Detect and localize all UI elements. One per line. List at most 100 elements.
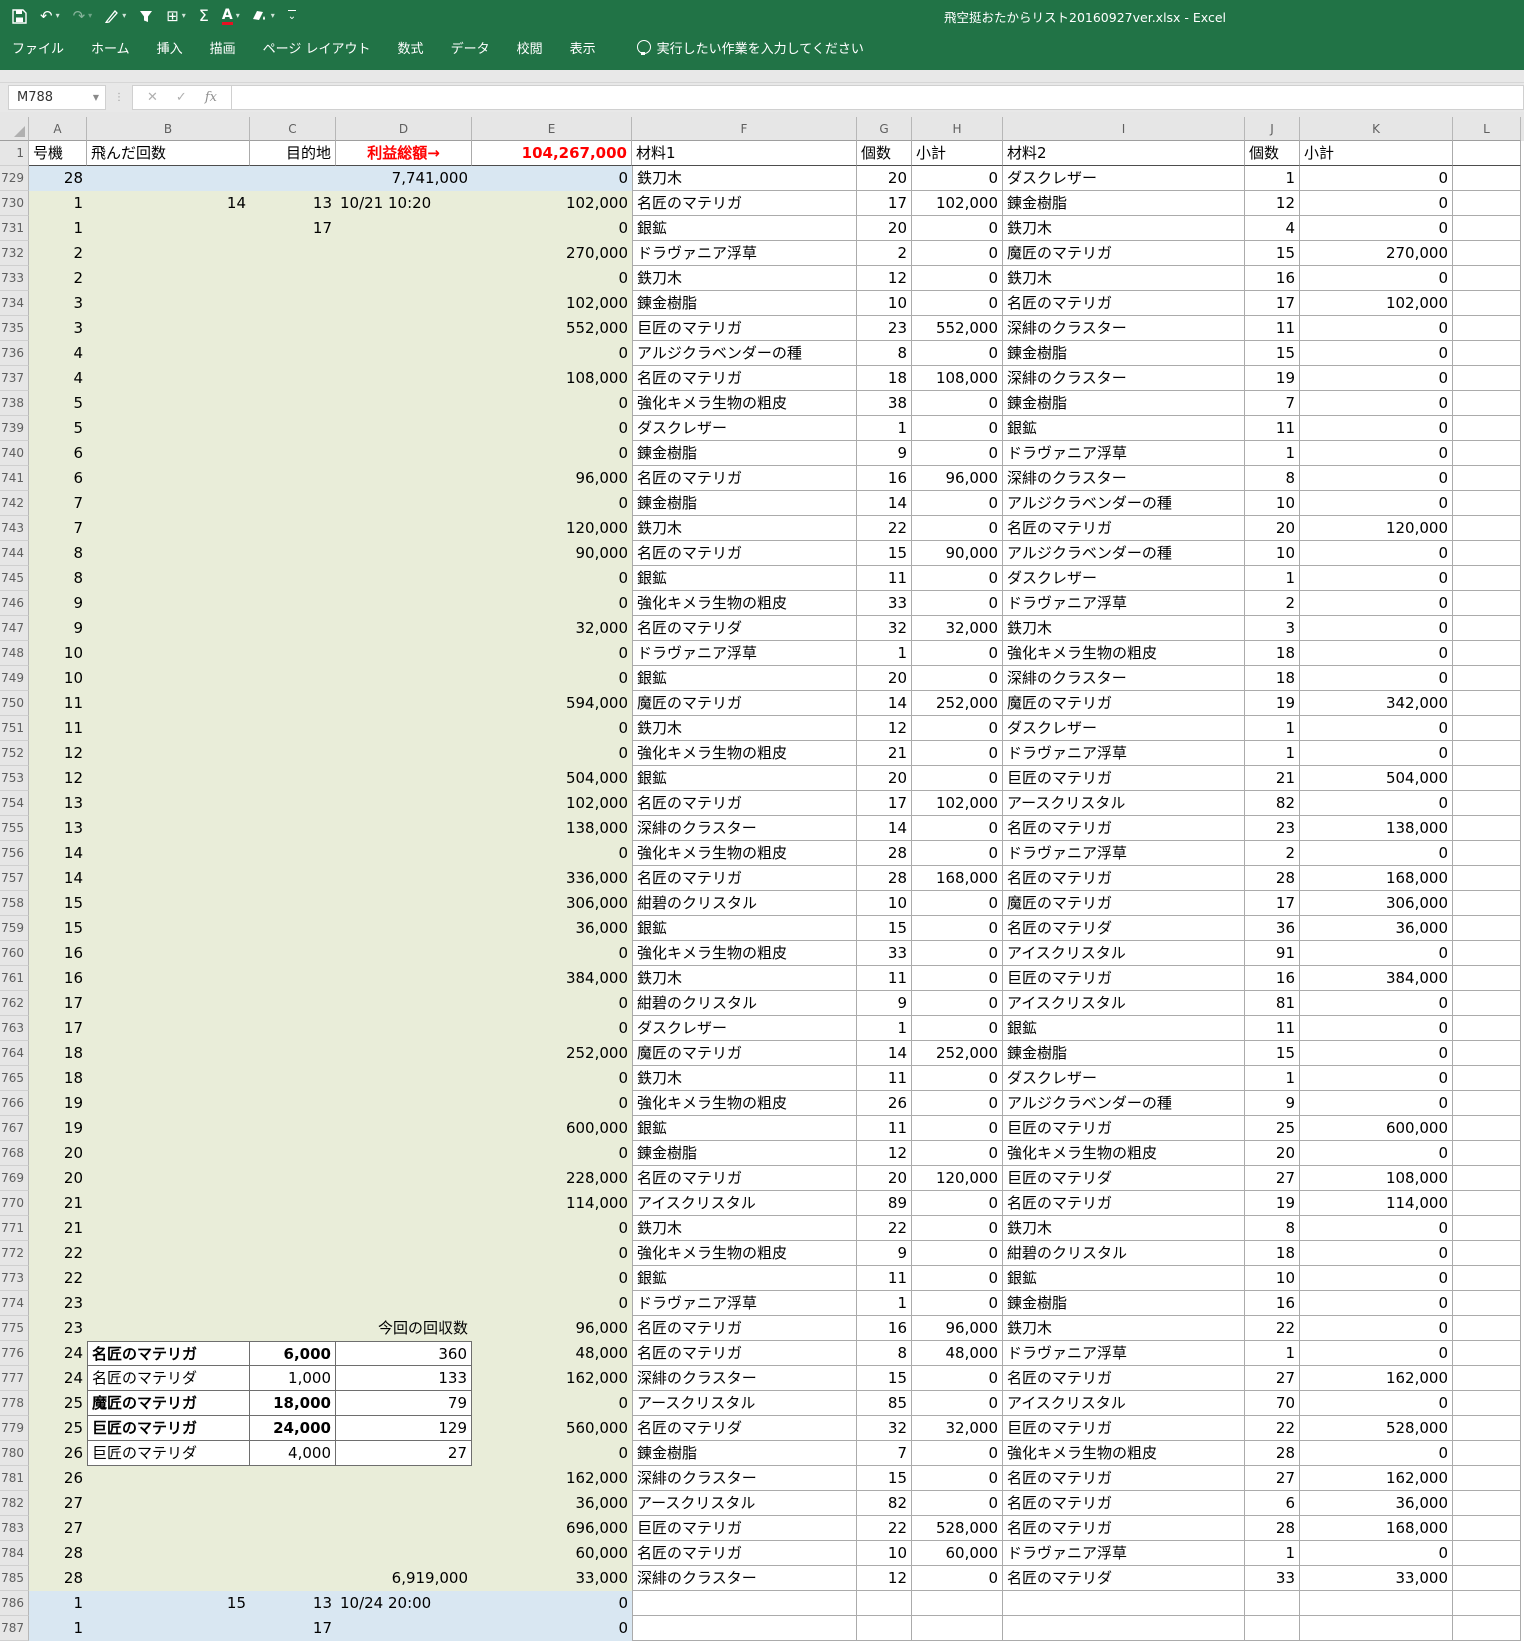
cell-F734[interactable]: 錬金樹脂 <box>632 291 857 316</box>
cell-K739[interactable]: 0 <box>1300 416 1453 441</box>
cell-C776[interactable]: 6,000 <box>250 1341 336 1366</box>
name-box[interactable]: M788 ▼ <box>8 85 106 110</box>
cell-C774[interactable] <box>250 1291 336 1316</box>
tab-draw[interactable]: 描画 <box>210 38 236 57</box>
cell-K779[interactable]: 528,000 <box>1300 1416 1453 1441</box>
cell-C760[interactable] <box>250 941 336 966</box>
cell-G779[interactable]: 32 <box>857 1416 912 1441</box>
cell-E732[interactable]: 270,000 <box>472 241 632 266</box>
cell-E768[interactable]: 0 <box>472 1141 632 1166</box>
cell-J780[interactable]: 28 <box>1245 1441 1300 1466</box>
row-header-767[interactable]: 767 <box>0 1116 29 1141</box>
cell-G773[interactable]: 11 <box>857 1266 912 1291</box>
cell-D772[interactable] <box>336 1241 472 1266</box>
cell-H785[interactable]: 0 <box>912 1566 1003 1591</box>
cell-K766[interactable]: 0 <box>1300 1091 1453 1116</box>
cell-G731[interactable]: 20 <box>857 216 912 241</box>
cell-C729[interactable] <box>250 166 336 191</box>
cell-I749[interactable]: 深緋のクラスター <box>1003 666 1245 691</box>
row-header-757[interactable]: 757 <box>0 866 29 891</box>
cell-J745[interactable]: 1 <box>1245 566 1300 591</box>
cell-J758[interactable]: 17 <box>1245 891 1300 916</box>
cell-L749[interactable] <box>1453 666 1521 691</box>
cell-L783[interactable] <box>1453 1516 1521 1541</box>
cell-K780[interactable]: 0 <box>1300 1441 1453 1466</box>
cell-J773[interactable]: 10 <box>1245 1266 1300 1291</box>
cell-L763[interactable] <box>1453 1016 1521 1041</box>
cell-F781[interactable]: 深緋のクラスター <box>632 1466 857 1491</box>
cell-L729[interactable] <box>1453 166 1521 191</box>
cell-E760[interactable]: 0 <box>472 941 632 966</box>
cell-L733[interactable] <box>1453 266 1521 291</box>
cell-H743[interactable]: 0 <box>912 516 1003 541</box>
cell-L755[interactable] <box>1453 816 1521 841</box>
cell-A739[interactable]: 5 <box>29 416 87 441</box>
cell-A748[interactable]: 10 <box>29 641 87 666</box>
cell-B744[interactable] <box>87 541 250 566</box>
cell-A755[interactable]: 13 <box>29 816 87 841</box>
cell-A765[interactable]: 18 <box>29 1066 87 1091</box>
row-header-731[interactable]: 731 <box>0 216 29 241</box>
cell-H750[interactable]: 252,000 <box>912 691 1003 716</box>
cell-G758[interactable]: 10 <box>857 891 912 916</box>
cell-F748[interactable]: ドラヴァニア浮草 <box>632 641 857 666</box>
cell-H758[interactable]: 0 <box>912 891 1003 916</box>
cell-J769[interactable]: 27 <box>1245 1166 1300 1191</box>
cell-K730[interactable]: 0 <box>1300 191 1453 216</box>
cell-K760[interactable]: 0 <box>1300 941 1453 966</box>
cell-C731[interactable]: 17 <box>250 216 336 241</box>
cell-L770[interactable] <box>1453 1191 1521 1216</box>
cell-L730[interactable] <box>1453 191 1521 216</box>
cell-D768[interactable] <box>336 1141 472 1166</box>
cell-J782[interactable]: 6 <box>1245 1491 1300 1516</box>
cell-J760[interactable]: 91 <box>1245 941 1300 966</box>
enter-icon[interactable]: ✓ <box>176 90 187 105</box>
cell-G775[interactable]: 16 <box>857 1316 912 1341</box>
cell-B770[interactable] <box>87 1191 250 1216</box>
cell-D780[interactable]: 27 <box>336 1441 472 1466</box>
cell-L739[interactable] <box>1453 416 1521 441</box>
cell-D753[interactable] <box>336 766 472 791</box>
cell-J766[interactable]: 9 <box>1245 1091 1300 1116</box>
cell-I786[interactable] <box>1003 1591 1245 1616</box>
cell-F756[interactable]: 強化キメラ生物の粗皮 <box>632 841 857 866</box>
header-cell-E1[interactable]: 104,267,000 <box>472 141 632 166</box>
row-header-774[interactable]: 774 <box>0 1291 29 1316</box>
cell-J786[interactable] <box>1245 1591 1300 1616</box>
cell-B784[interactable] <box>87 1541 250 1566</box>
cell-B750[interactable] <box>87 691 250 716</box>
cell-D740[interactable] <box>336 441 472 466</box>
cell-B785[interactable] <box>87 1566 250 1591</box>
cell-K784[interactable]: 0 <box>1300 1541 1453 1566</box>
cell-L774[interactable] <box>1453 1291 1521 1316</box>
row-header-769[interactable]: 769 <box>0 1166 29 1191</box>
cell-A776[interactable]: 24 <box>29 1341 87 1366</box>
cell-G742[interactable]: 14 <box>857 491 912 516</box>
cell-L737[interactable] <box>1453 366 1521 391</box>
cell-G778[interactable]: 85 <box>857 1391 912 1416</box>
row-header-746[interactable]: 746 <box>0 591 29 616</box>
cell-D738[interactable] <box>336 391 472 416</box>
cell-K765[interactable]: 0 <box>1300 1066 1453 1091</box>
cell-E762[interactable]: 0 <box>472 991 632 1016</box>
cell-B754[interactable] <box>87 791 250 816</box>
cell-J762[interactable]: 81 <box>1245 991 1300 1016</box>
cell-L786[interactable] <box>1453 1591 1521 1616</box>
cell-G781[interactable]: 15 <box>857 1466 912 1491</box>
row-header-747[interactable]: 747 <box>0 616 29 641</box>
cell-L782[interactable] <box>1453 1491 1521 1516</box>
row-header-773[interactable]: 773 <box>0 1266 29 1291</box>
cell-I765[interactable]: ダスクレザー <box>1003 1066 1245 1091</box>
cell-K737[interactable]: 0 <box>1300 366 1453 391</box>
cell-A780[interactable]: 26 <box>29 1441 87 1466</box>
cell-D784[interactable] <box>336 1541 472 1566</box>
cell-K783[interactable]: 168,000 <box>1300 1516 1453 1541</box>
cell-F769[interactable]: 名匠のマテリガ <box>632 1166 857 1191</box>
cell-L781[interactable] <box>1453 1466 1521 1491</box>
cell-K740[interactable]: 0 <box>1300 441 1453 466</box>
cell-I758[interactable]: 魔匠のマテリガ <box>1003 891 1245 916</box>
cell-H734[interactable]: 0 <box>912 291 1003 316</box>
cell-C759[interactable] <box>250 916 336 941</box>
cell-E758[interactable]: 306,000 <box>472 891 632 916</box>
cell-K768[interactable]: 0 <box>1300 1141 1453 1166</box>
